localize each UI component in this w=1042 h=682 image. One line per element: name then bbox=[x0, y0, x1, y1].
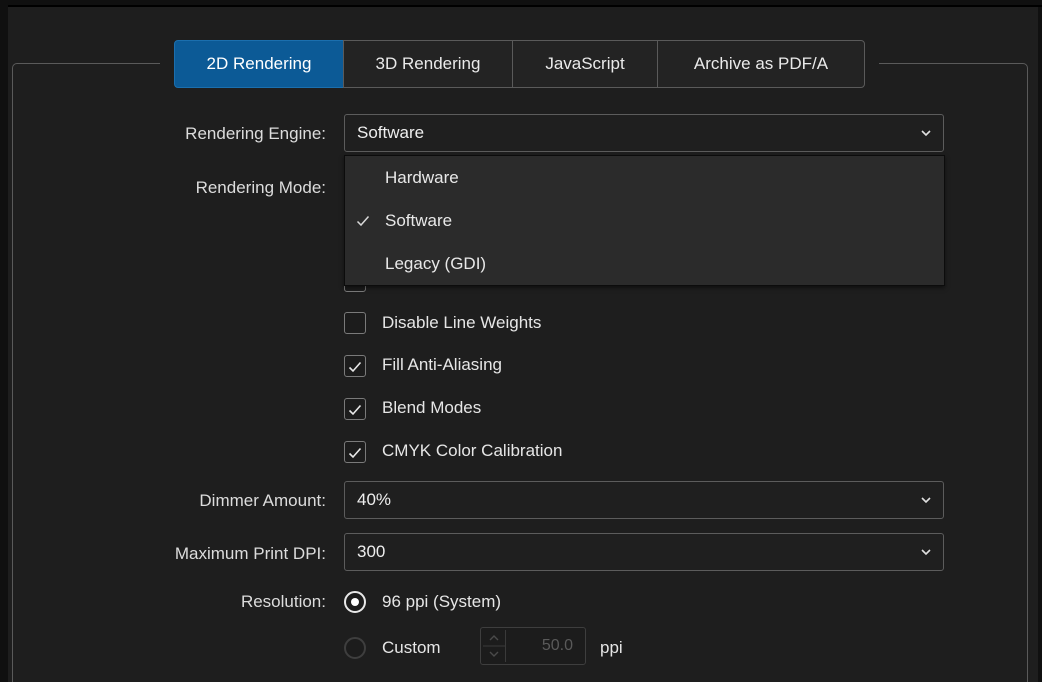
checkbox-label-fill-anti-aliasing: Fill Anti-Aliasing bbox=[382, 355, 502, 374]
dropdown-option-hardware[interactable]: Hardware bbox=[345, 158, 944, 198]
checkbox-cmyk-color-calibration[interactable] bbox=[344, 441, 366, 463]
rendering-mode-label: Rendering Mode: bbox=[195, 178, 326, 197]
tab-bar: 2D Rendering 3D Rendering JavaScript Arc… bbox=[160, 40, 879, 88]
dropdown-option-legacy-gdi[interactable]: Legacy (GDI) bbox=[345, 244, 944, 284]
radio-custom[interactable] bbox=[344, 637, 366, 659]
dimmer-amount-label: Dimmer Amount: bbox=[199, 491, 326, 510]
radio-label-custom: Custom bbox=[382, 638, 441, 657]
check-icon bbox=[348, 404, 362, 416]
dimmer-amount-select[interactable]: 40% bbox=[344, 481, 944, 519]
rendering-engine-value: Software bbox=[357, 123, 425, 142]
radio-label-96-ppi-system: 96 ppi (System) bbox=[382, 592, 502, 611]
max-print-dpi-select[interactable]: 300 bbox=[344, 533, 944, 571]
spin-arrows-icon bbox=[483, 635, 505, 657]
chevron-down-icon bbox=[921, 549, 931, 556]
dropdown-option-label: Software bbox=[385, 211, 453, 230]
custom-ppi-spinbox[interactable]: 50.0 bbox=[480, 627, 586, 665]
check-icon bbox=[348, 361, 362, 373]
custom-ppi-value: 50.0 bbox=[541, 637, 573, 654]
checkbox-label-disable-line-weights: Disable Line Weights bbox=[382, 313, 542, 332]
ppi-unit-label: ppi bbox=[600, 638, 623, 657]
spin-buttons[interactable] bbox=[483, 630, 506, 662]
dropdown-option-label: Legacy (GDI) bbox=[385, 254, 487, 273]
checkbox-label-cmyk-color-calibration: CMYK Color Calibration bbox=[382, 441, 563, 460]
chevron-down-icon bbox=[921, 130, 931, 137]
dimmer-amount-value: 40% bbox=[357, 490, 392, 509]
resolution-label: Resolution: bbox=[240, 592, 326, 611]
checkbox-fill-anti-aliasing[interactable] bbox=[344, 355, 366, 377]
checkbox-blend-modes[interactable] bbox=[344, 398, 366, 420]
checkbox-label-blend-modes: Blend Modes bbox=[382, 398, 482, 417]
rendering-engine-label: Rendering Engine: bbox=[185, 124, 326, 143]
tab-2d-rendering[interactable]: 2D Rendering bbox=[174, 40, 344, 88]
check-icon bbox=[356, 216, 370, 227]
chevron-down-icon bbox=[921, 497, 931, 504]
rendering-engine-select[interactable]: Software bbox=[344, 114, 944, 152]
tab-archive-pdfa[interactable]: Archive as PDF/A bbox=[657, 40, 865, 88]
dropdown-option-software[interactable]: Software bbox=[345, 201, 944, 241]
settings-window: 2D Rendering 3D Rendering JavaScript Arc… bbox=[0, 0, 1042, 682]
tab-javascript[interactable]: JavaScript bbox=[512, 40, 658, 88]
radio-96-ppi-system[interactable] bbox=[344, 591, 366, 613]
dropdown-option-label: Hardware bbox=[385, 168, 459, 187]
max-print-dpi-value: 300 bbox=[357, 542, 386, 561]
checkbox-disable-line-weights[interactable] bbox=[344, 312, 366, 334]
max-print-dpi-label: Maximum Print DPI: bbox=[174, 544, 326, 563]
check-icon bbox=[348, 447, 362, 459]
rendering-engine-dropdown-list: Hardware Software Legacy (GDI) bbox=[344, 155, 945, 286]
tab-3d-rendering[interactable]: 3D Rendering bbox=[343, 40, 513, 88]
